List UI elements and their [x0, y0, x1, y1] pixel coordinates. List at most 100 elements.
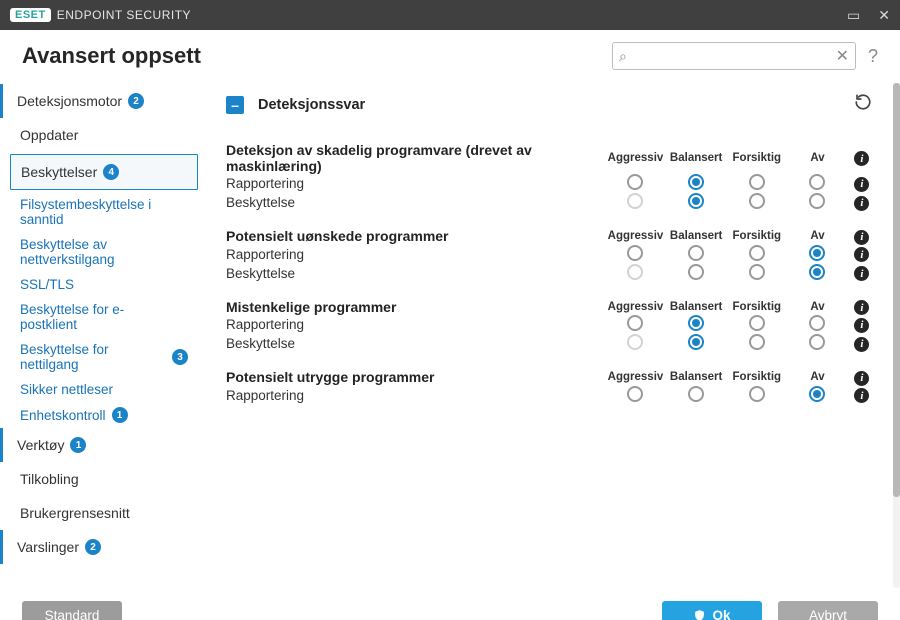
radio-option[interactable]	[688, 193, 704, 209]
sidebar-item-label: Beskyttelse av nettverkstilgang	[20, 237, 170, 267]
help-icon[interactable]: ?	[868, 46, 878, 67]
sidebar-item-label: Tilkobling	[20, 471, 79, 487]
radio-option[interactable]	[688, 174, 704, 190]
radio-option[interactable]	[749, 193, 765, 209]
sidebar-item-0[interactable]: Deteksjonsmotor2	[0, 84, 198, 118]
column-header: Av	[787, 353, 848, 386]
search-clear-icon[interactable]: ✕	[836, 46, 849, 66]
window-controls: ▭ ✕	[847, 7, 890, 24]
search-input[interactable]	[633, 48, 830, 65]
radio-option[interactable]	[688, 264, 704, 280]
sidebar-item-9[interactable]: Enhetskontroll1	[0, 402, 198, 428]
radio-option[interactable]	[809, 245, 825, 261]
close-icon[interactable]: ✕	[878, 7, 890, 24]
collapse-button[interactable]: –	[226, 96, 244, 114]
group-title: Mistenkelige programmer	[226, 283, 605, 316]
sidebar-item-label: Beskyttelse for e-postklient	[20, 302, 170, 332]
radio-option[interactable]	[688, 245, 704, 261]
sidebar-badge: 3	[172, 349, 188, 365]
info-icon[interactable]: i	[854, 151, 869, 166]
radio-option[interactable]	[809, 174, 825, 190]
radio-option[interactable]	[749, 315, 765, 331]
radio-option[interactable]	[749, 334, 765, 350]
option-row: Rapporteringi	[226, 315, 876, 334]
sidebar-item-8[interactable]: Sikker nettleser	[0, 377, 198, 402]
section-title: Deteksjonssvar	[258, 97, 365, 113]
radio-option[interactable]	[809, 334, 825, 350]
info-icon[interactable]: i	[854, 318, 869, 333]
sidebar-item-label: Deteksjonsmotor	[17, 93, 122, 109]
radio-option[interactable]	[688, 334, 704, 350]
option-row: Rapporteringi	[226, 386, 876, 405]
radio-option	[627, 264, 643, 280]
sidebar-item-12[interactable]: Brukergrensesnitt	[0, 496, 198, 530]
radio-option[interactable]	[809, 386, 825, 402]
sidebar-item-13[interactable]: Varslinger2	[0, 530, 198, 564]
ok-button[interactable]: Ok	[662, 601, 762, 620]
section-header: – Deteksjonssvar	[226, 91, 876, 126]
sidebar-item-1[interactable]: Oppdater	[0, 118, 198, 152]
info-icon[interactable]: i	[854, 230, 869, 245]
column-header: Aggressiv	[605, 212, 666, 245]
sidebar-item-5[interactable]: SSL/TLS	[0, 272, 198, 297]
info-icon[interactable]: i	[854, 300, 869, 315]
radio-option[interactable]	[688, 315, 704, 331]
sidebar-item-11[interactable]: Tilkobling	[0, 462, 198, 496]
sidebar-item-4[interactable]: Beskyttelse av nettverkstilgang	[0, 232, 198, 272]
option-label: Rapportering	[226, 174, 605, 193]
info-icon[interactable]: i	[854, 266, 869, 281]
radio-option[interactable]	[749, 245, 765, 261]
radio-option[interactable]	[688, 386, 704, 402]
radio-option[interactable]	[749, 386, 765, 402]
radio-option[interactable]	[627, 386, 643, 402]
sidebar-badge: 1	[112, 407, 128, 423]
sidebar-indicator	[0, 530, 3, 564]
column-header: Balansert	[666, 126, 727, 174]
radio-option[interactable]	[809, 315, 825, 331]
info-icon[interactable]: i	[854, 247, 869, 262]
option-row: Beskyttelsei	[226, 334, 876, 353]
maximize-icon[interactable]: ▭	[847, 7, 860, 24]
radio-option[interactable]	[627, 245, 643, 261]
info-icon[interactable]: i	[854, 196, 869, 211]
radio-option[interactable]	[627, 174, 643, 190]
sidebar-item-label: Beskyttelse for nettilgang	[20, 342, 166, 372]
sidebar-item-label: Beskyttelser	[21, 164, 97, 180]
radio-option[interactable]	[749, 174, 765, 190]
sidebar-item-label: Verktøy	[17, 437, 64, 453]
info-icon[interactable]: i	[854, 177, 869, 192]
info-icon[interactable]: i	[854, 371, 869, 386]
sidebar-badge: 2	[85, 539, 101, 555]
sidebar-item-label: Sikker nettleser	[20, 382, 113, 397]
default-button[interactable]: Standard	[22, 601, 122, 620]
revert-icon[interactable]	[854, 93, 872, 116]
column-header: Av	[787, 212, 848, 245]
cancel-button[interactable]: Avbryt	[778, 601, 878, 620]
settings-panel: – Deteksjonssvar Deteksjon av skadelig p…	[218, 83, 894, 567]
sidebar-badge: 4	[103, 164, 119, 180]
option-row: Beskyttelsei	[226, 193, 876, 212]
search-box[interactable]: ⌕ ✕	[612, 42, 856, 70]
column-header: Balansert	[666, 283, 727, 316]
column-header: Balansert	[666, 353, 727, 386]
group-title: Deteksjon av skadelig programvare (dreve…	[226, 126, 605, 174]
scrollbar[interactable]	[893, 83, 900, 588]
radio-option[interactable]	[809, 264, 825, 280]
radio-option[interactable]	[627, 315, 643, 331]
radio-option[interactable]	[749, 264, 765, 280]
info-icon[interactable]: i	[854, 388, 869, 403]
sidebar-item-label: Filsystembeskyttelse i sanntid	[20, 197, 170, 227]
sidebar-item-6[interactable]: Beskyttelse for e-postklient	[0, 297, 198, 337]
options-table: Deteksjon av skadelig programvare (dreve…	[226, 126, 876, 405]
radio-option[interactable]	[809, 193, 825, 209]
search-icon: ⌕	[619, 48, 627, 65]
column-header: Av	[787, 283, 848, 316]
scrollbar-thumb[interactable]	[893, 83, 900, 497]
sidebar-item-2[interactable]: Beskyttelser 4	[10, 154, 198, 190]
sidebar-item-10[interactable]: Verktøy1	[0, 428, 198, 462]
group-title: Potensielt utrygge programmer	[226, 353, 605, 386]
sidebar: Deteksjonsmotor2OppdaterBeskyttelser4Fil…	[0, 78, 210, 593]
sidebar-item-3[interactable]: Filsystembeskyttelse i sanntid	[0, 192, 198, 232]
sidebar-item-7[interactable]: Beskyttelse for nettilgang 3	[0, 337, 198, 377]
info-icon[interactable]: i	[854, 337, 869, 352]
